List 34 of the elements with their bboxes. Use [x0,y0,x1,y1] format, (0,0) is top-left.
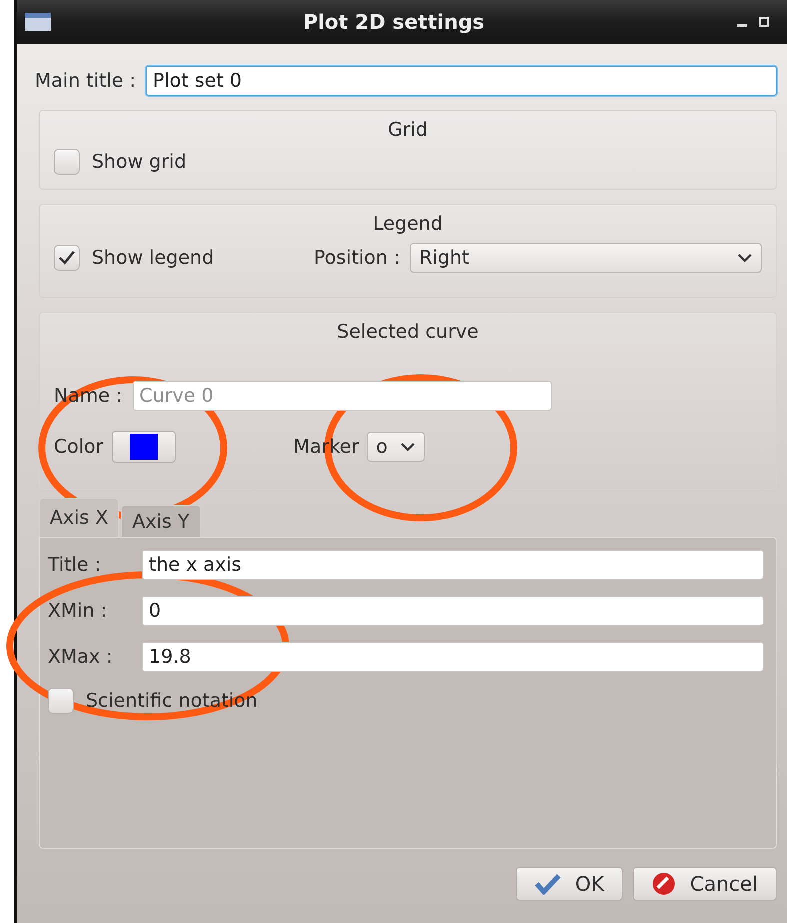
field-label: XMin : [48,600,108,622]
maximize-icon[interactable] [759,17,769,27]
field-label: Color [54,436,104,458]
tab[interactable]: Axis X [39,498,120,537]
input-field[interactable]: Plot set 0 [146,66,777,96]
window-icon [25,12,51,32]
group-title: Selected curve [337,321,479,343]
field-label: Main title : [35,70,136,92]
stop-icon [652,872,676,896]
group-title: Legend [373,213,443,235]
input-field[interactable]: Curve 0 [132,381,552,411]
window-title: Plot 2D settings [302,10,486,34]
checkbox[interactable] [54,245,80,271]
field-label: Position : [314,247,400,269]
input-field[interactable]: the x axis [142,550,764,580]
input-field[interactable]: 0 [142,596,764,626]
checkbox[interactable] [54,149,80,175]
dropdown[interactable]: Right [410,243,762,273]
field-label: Title : [48,554,102,576]
checkbox-label: Show legend [92,247,214,269]
ok-button[interactable]: OK [516,867,624,901]
color-picker[interactable] [112,431,176,463]
group-title: Grid [388,119,428,141]
checkbox-label: Show grid [92,151,187,173]
field-label: XMax : [48,646,114,668]
input-field[interactable]: 19.8 [142,642,764,672]
dropdown[interactable]: o [367,432,425,462]
caret-icon [400,442,416,452]
tab[interactable]: Axis Y [121,505,201,537]
caret-icon [737,253,753,263]
checkmark-icon [535,873,562,895]
checkbox[interactable] [48,688,74,714]
cancel-button[interactable]: Cancel [633,867,777,901]
checkmark-icon [58,250,76,266]
